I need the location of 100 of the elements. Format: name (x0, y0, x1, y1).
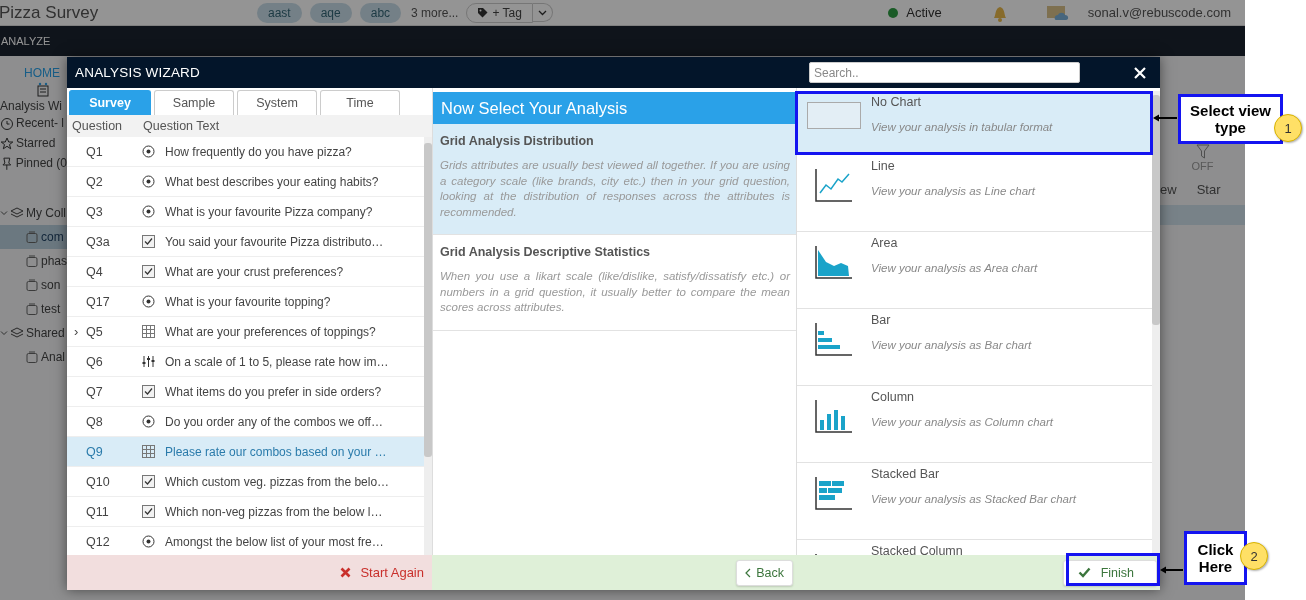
grid-icon (142, 445, 155, 458)
option-description: Grids attributes are usually best viewed all together. If you are using a category scale (like brands, city etc.) then in your grid question, looking at the distribution of responses across the attributes is recommended. (440, 158, 790, 220)
sidebar-link[interactable]: Recent- l (16, 116, 65, 130)
checkbox-icon (142, 385, 155, 398)
question-text: What is your favourite Pizza company? (165, 204, 373, 219)
form-icon (36, 82, 50, 97)
back-button[interactable]: Back (736, 559, 793, 586)
question-id: Q3 (86, 204, 104, 219)
radio-icon (142, 415, 155, 428)
question-text: What are your crust preferences? (165, 264, 344, 279)
question-text: What items do you prefer in side orders? (165, 384, 382, 399)
chevron-down-icon[interactable] (0, 329, 8, 337)
nav-tab[interactable]: ANALYZE (1, 35, 51, 47)
chevron-down-icon[interactable] (0, 209, 8, 217)
question-row[interactable]: Q6 On a scale of 1 to 5, please rate how im… (67, 347, 424, 377)
scrollbar-thumb[interactable] (424, 143, 432, 457)
area-chart-icon (814, 244, 854, 280)
question-row[interactable]: Q3a You said your favourite Pizza distributo… (67, 227, 424, 257)
question-row[interactable]: Q7 What items do you prefer in side orders? (67, 377, 424, 407)
question-text: Amongst the below list of your most fre… (165, 534, 384, 549)
status-label: Active (906, 5, 942, 20)
question-row[interactable]: Q2 What best describes your eating habits? (67, 167, 424, 197)
question-id: Q1 (86, 144, 104, 159)
tree-item[interactable]: com (0, 225, 67, 249)
more-tags-link[interactable]: 3 more... (411, 5, 459, 20)
tree-item[interactable]: phas (0, 249, 67, 273)
radio-icon (142, 535, 155, 548)
option-description: View your analysis in tabular format (871, 121, 1053, 133)
question-id: Q7 (86, 384, 104, 399)
check-icon (1077, 567, 1091, 578)
analysis-option[interactable] (433, 124, 796, 235)
radio-icon (142, 175, 155, 188)
question-id: Q5 (86, 324, 104, 339)
clock-icon (0, 115, 14, 131)
option-description: View your analysis as Column chart (871, 416, 1053, 428)
column-chart-icon (814, 398, 854, 434)
question-id: Q8 (86, 414, 104, 429)
question-text: Do you order any of the combos we off… (165, 414, 383, 429)
folder-icon (26, 255, 38, 267)
checkbox-icon (142, 235, 155, 248)
start-again-button[interactable]: Start Again (340, 565, 424, 580)
sidebar-link[interactable]: Starred (16, 136, 56, 150)
chart-type-option[interactable]: Area View your analysis as Area chart (797, 232, 1152, 309)
question-text: You said your favourite Pizza distributo… (165, 234, 384, 249)
empty-chart-icon (807, 102, 861, 129)
folder-label[interactable]: Shared (26, 326, 65, 340)
tab[interactable]: Sample (154, 90, 234, 115)
sidebar-link[interactable]: Pinned (0 (15, 156, 67, 170)
user-email[interactable]: sonal.v@rebuscode.com (1087, 5, 1231, 20)
column-header: Question Text (143, 119, 220, 133)
scrollbar-thumb[interactable] (1152, 95, 1160, 325)
arrow-icon (1153, 114, 1178, 122)
analysis-option[interactable]: Grid Analysis Descriptive Statistics When you use a likart scale (like/dislike, satisfy/dissatisfy etc.) or numbers in a grid question, it usually better to compare the mean scores across attributes. (433, 235, 796, 331)
app-title: Pizza Survey (0, 2, 100, 23)
bar-chart-icon (814, 321, 854, 357)
tree-item[interactable]: Anal (0, 345, 67, 369)
checkbox-icon (142, 475, 155, 488)
chart-type-option[interactable]: Bar View your analysis as Bar chart (797, 309, 1152, 386)
question-row[interactable]: Q9 Please rate our combos based on your … (67, 437, 424, 467)
sidebar-link[interactable]: Analysis Wi (0, 99, 62, 113)
folder-label[interactable]: My Coll (26, 206, 66, 220)
tab[interactable]: Time (320, 90, 400, 115)
question-id: Q17 (86, 294, 111, 309)
layers-icon (10, 326, 24, 340)
question-text: Please rate our combos based on your … (165, 444, 387, 459)
question-text: On a scale of 1 to 5, please rate how im… (165, 354, 389, 369)
caret-icon (537, 8, 547, 17)
question-text: What best describes your eating habits? (165, 174, 379, 189)
question-row[interactable]: Q1 How frequently do you have pizza? (67, 137, 424, 167)
close-icon (340, 567, 352, 578)
option-description: View your analysis as Stacked Bar chart (871, 493, 1076, 505)
question-row[interactable]: Q10 Which custom veg. pizzas from the belo… (67, 467, 424, 497)
close-icon[interactable] (1134, 66, 1146, 79)
add-tag-button[interactable]: + Tag (466, 2, 533, 23)
chevron-left-icon (745, 567, 752, 578)
tree-item[interactable]: test (0, 297, 67, 321)
tag-dropdown-button[interactable] (532, 3, 553, 22)
question-id: Q3a (86, 234, 111, 249)
chart-type-option[interactable]: Stacked Bar View your analysis as Stacked Bar chart (797, 463, 1152, 540)
question-row[interactable]: Q4 What are your crust preferences? (67, 257, 424, 287)
stacked-bar-chart-icon (814, 475, 854, 511)
question-row[interactable]: › Q5 What are your preferences of toppings? (67, 317, 424, 347)
question-row[interactable]: Q3 What is your favourite Pizza company? (67, 197, 424, 227)
question-row[interactable]: Q11 Which non-veg pizzas from the below l… (67, 497, 424, 527)
column-header: Star (1196, 182, 1221, 197)
tab[interactable]: System (237, 90, 317, 115)
question-row[interactable]: Q17 What is your favourite topping? (67, 287, 424, 317)
folder-icon (26, 351, 38, 363)
option-description: View your analysis as Bar chart (871, 339, 1032, 351)
column-header: ew (1160, 182, 1177, 197)
question-text: What is your favourite topping? (165, 294, 331, 309)
chart-type-option[interactable]: No Chart View your analysis in tabular format (797, 91, 1152, 155)
tree-item[interactable]: son (0, 273, 67, 297)
question-text: What are your preferences of toppings? (165, 324, 376, 339)
cloud-icon[interactable] (1045, 3, 1070, 22)
chart-type-option[interactable]: Column View your analysis as Column chart (797, 386, 1152, 463)
search-field[interactable]: Search.. (809, 62, 1080, 83)
star-icon (0, 135, 14, 151)
expand-toggle[interactable]: › (74, 324, 79, 339)
option-title: Column (871, 390, 916, 404)
